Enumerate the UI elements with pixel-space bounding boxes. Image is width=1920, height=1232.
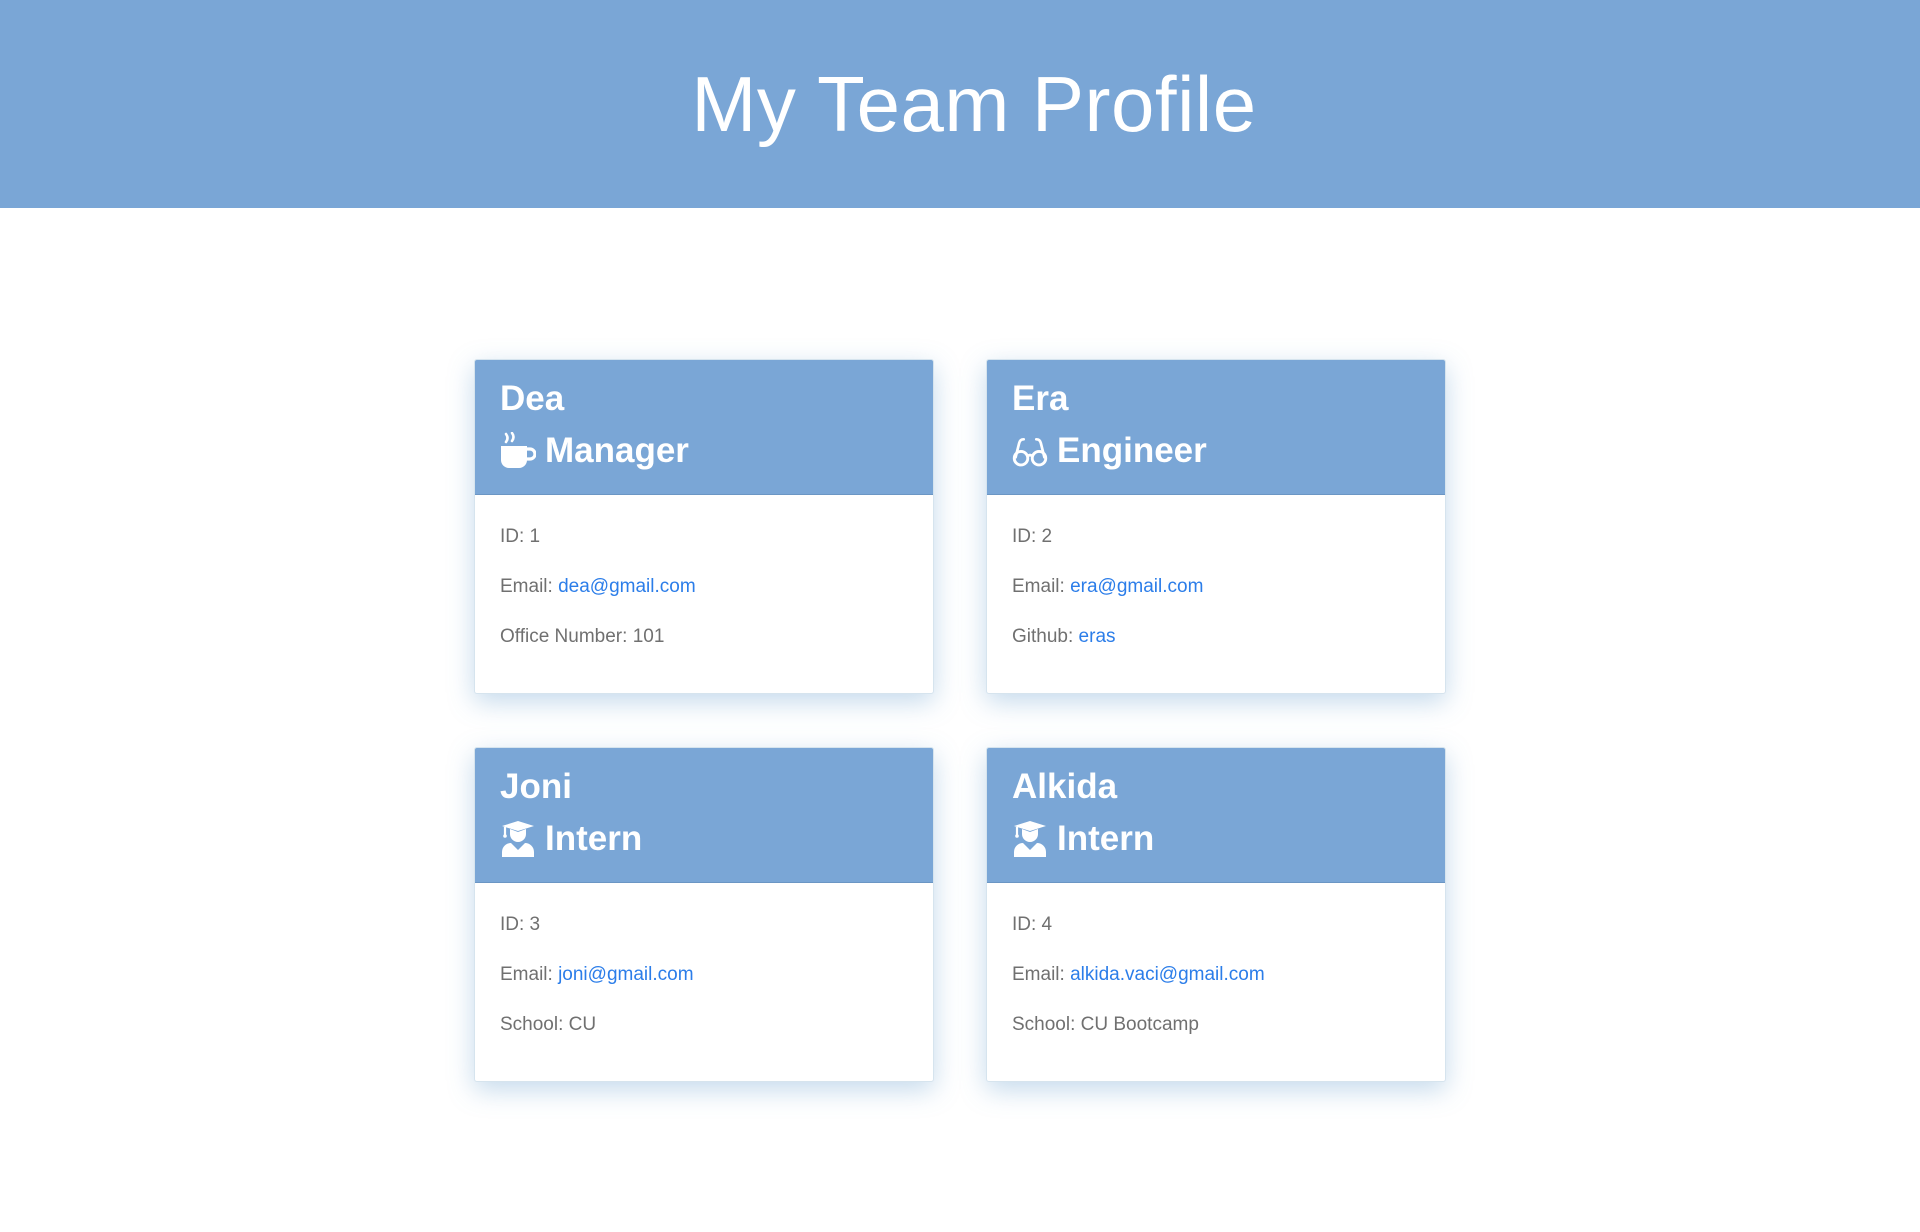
card-header: Era Engineer bbox=[987, 360, 1445, 495]
employee-email-row: Email: dea@gmail.com bbox=[500, 576, 908, 626]
card-body: ID: 3 Email: joni@gmail.com School: CU bbox=[475, 883, 933, 1064]
page-header: My Team Profile bbox=[0, 0, 1920, 208]
github-label: Github: bbox=[1012, 626, 1074, 647]
employee-id: ID: 3 bbox=[500, 914, 541, 935]
employee-card: Joni Intern ID: 3 Email: joni@gmail.com … bbox=[474, 747, 934, 1082]
github-row: Github: eras bbox=[1012, 626, 1420, 676]
employee-id: ID: 2 bbox=[1012, 526, 1053, 547]
employee-role: Manager bbox=[500, 430, 908, 472]
employee-email-row: Email: alkida.vaci@gmail.com bbox=[1012, 964, 1420, 1014]
employee-role: Intern bbox=[1012, 818, 1420, 860]
employee-role: Engineer bbox=[1012, 430, 1420, 472]
card-header: Alkida Intern bbox=[987, 748, 1445, 883]
employee-card: Dea Manager ID: 1 Email: dea@gmail.com O… bbox=[474, 359, 934, 694]
mug-icon bbox=[500, 432, 536, 470]
employee-name: Joni bbox=[500, 767, 572, 806]
role-label: Manager bbox=[545, 431, 689, 470]
graduate-icon bbox=[1012, 820, 1048, 858]
role-label: Intern bbox=[545, 819, 643, 858]
employee-name: Dea bbox=[500, 379, 565, 418]
employee-id: ID: 4 bbox=[1012, 914, 1053, 935]
graduate-icon bbox=[500, 820, 536, 858]
page-title: My Team Profile bbox=[691, 59, 1257, 148]
team-card-grid: Dea Manager ID: 1 Email: dea@gmail.com O… bbox=[474, 359, 1446, 1082]
employee-name: Era bbox=[1012, 379, 1069, 418]
school: School: CU Bootcamp bbox=[1012, 1014, 1199, 1035]
school: School: CU bbox=[500, 1014, 597, 1035]
office-number: Office Number: 101 bbox=[500, 626, 665, 647]
employee-name: Alkida bbox=[1012, 767, 1118, 806]
email-label: Email: bbox=[500, 576, 553, 597]
card-header: Dea Manager bbox=[475, 360, 933, 495]
employee-card: Alkida Intern ID: 4 Email: alkida.vaci@g… bbox=[986, 747, 1446, 1082]
role-label: Engineer bbox=[1057, 431, 1207, 470]
card-body: ID: 2 Email: era@gmail.com Github: eras bbox=[987, 495, 1445, 676]
role-label: Intern bbox=[1057, 819, 1155, 858]
employee-email-row: Email: joni@gmail.com bbox=[500, 964, 908, 1014]
email-link[interactable]: alkida.vaci@gmail.com bbox=[1070, 964, 1265, 985]
employee-card: Era Engineer ID: 2 Email: era@gmail.com bbox=[986, 359, 1446, 694]
email-link[interactable]: dea@gmail.com bbox=[558, 576, 696, 597]
email-label: Email: bbox=[1012, 964, 1065, 985]
email-link[interactable]: joni@gmail.com bbox=[558, 964, 693, 985]
employee-id: ID: 1 bbox=[500, 526, 541, 547]
card-body: ID: 1 Email: dea@gmail.com Office Number… bbox=[475, 495, 933, 676]
email-label: Email: bbox=[1012, 576, 1065, 597]
employee-email-row: Email: era@gmail.com bbox=[1012, 576, 1420, 626]
github-link[interactable]: eras bbox=[1079, 626, 1116, 647]
glasses-icon bbox=[1012, 432, 1048, 470]
email-link[interactable]: era@gmail.com bbox=[1070, 576, 1203, 597]
card-header: Joni Intern bbox=[475, 748, 933, 883]
employee-role: Intern bbox=[500, 818, 908, 860]
card-body: ID: 4 Email: alkida.vaci@gmail.com Schoo… bbox=[987, 883, 1445, 1064]
email-label: Email: bbox=[500, 964, 553, 985]
